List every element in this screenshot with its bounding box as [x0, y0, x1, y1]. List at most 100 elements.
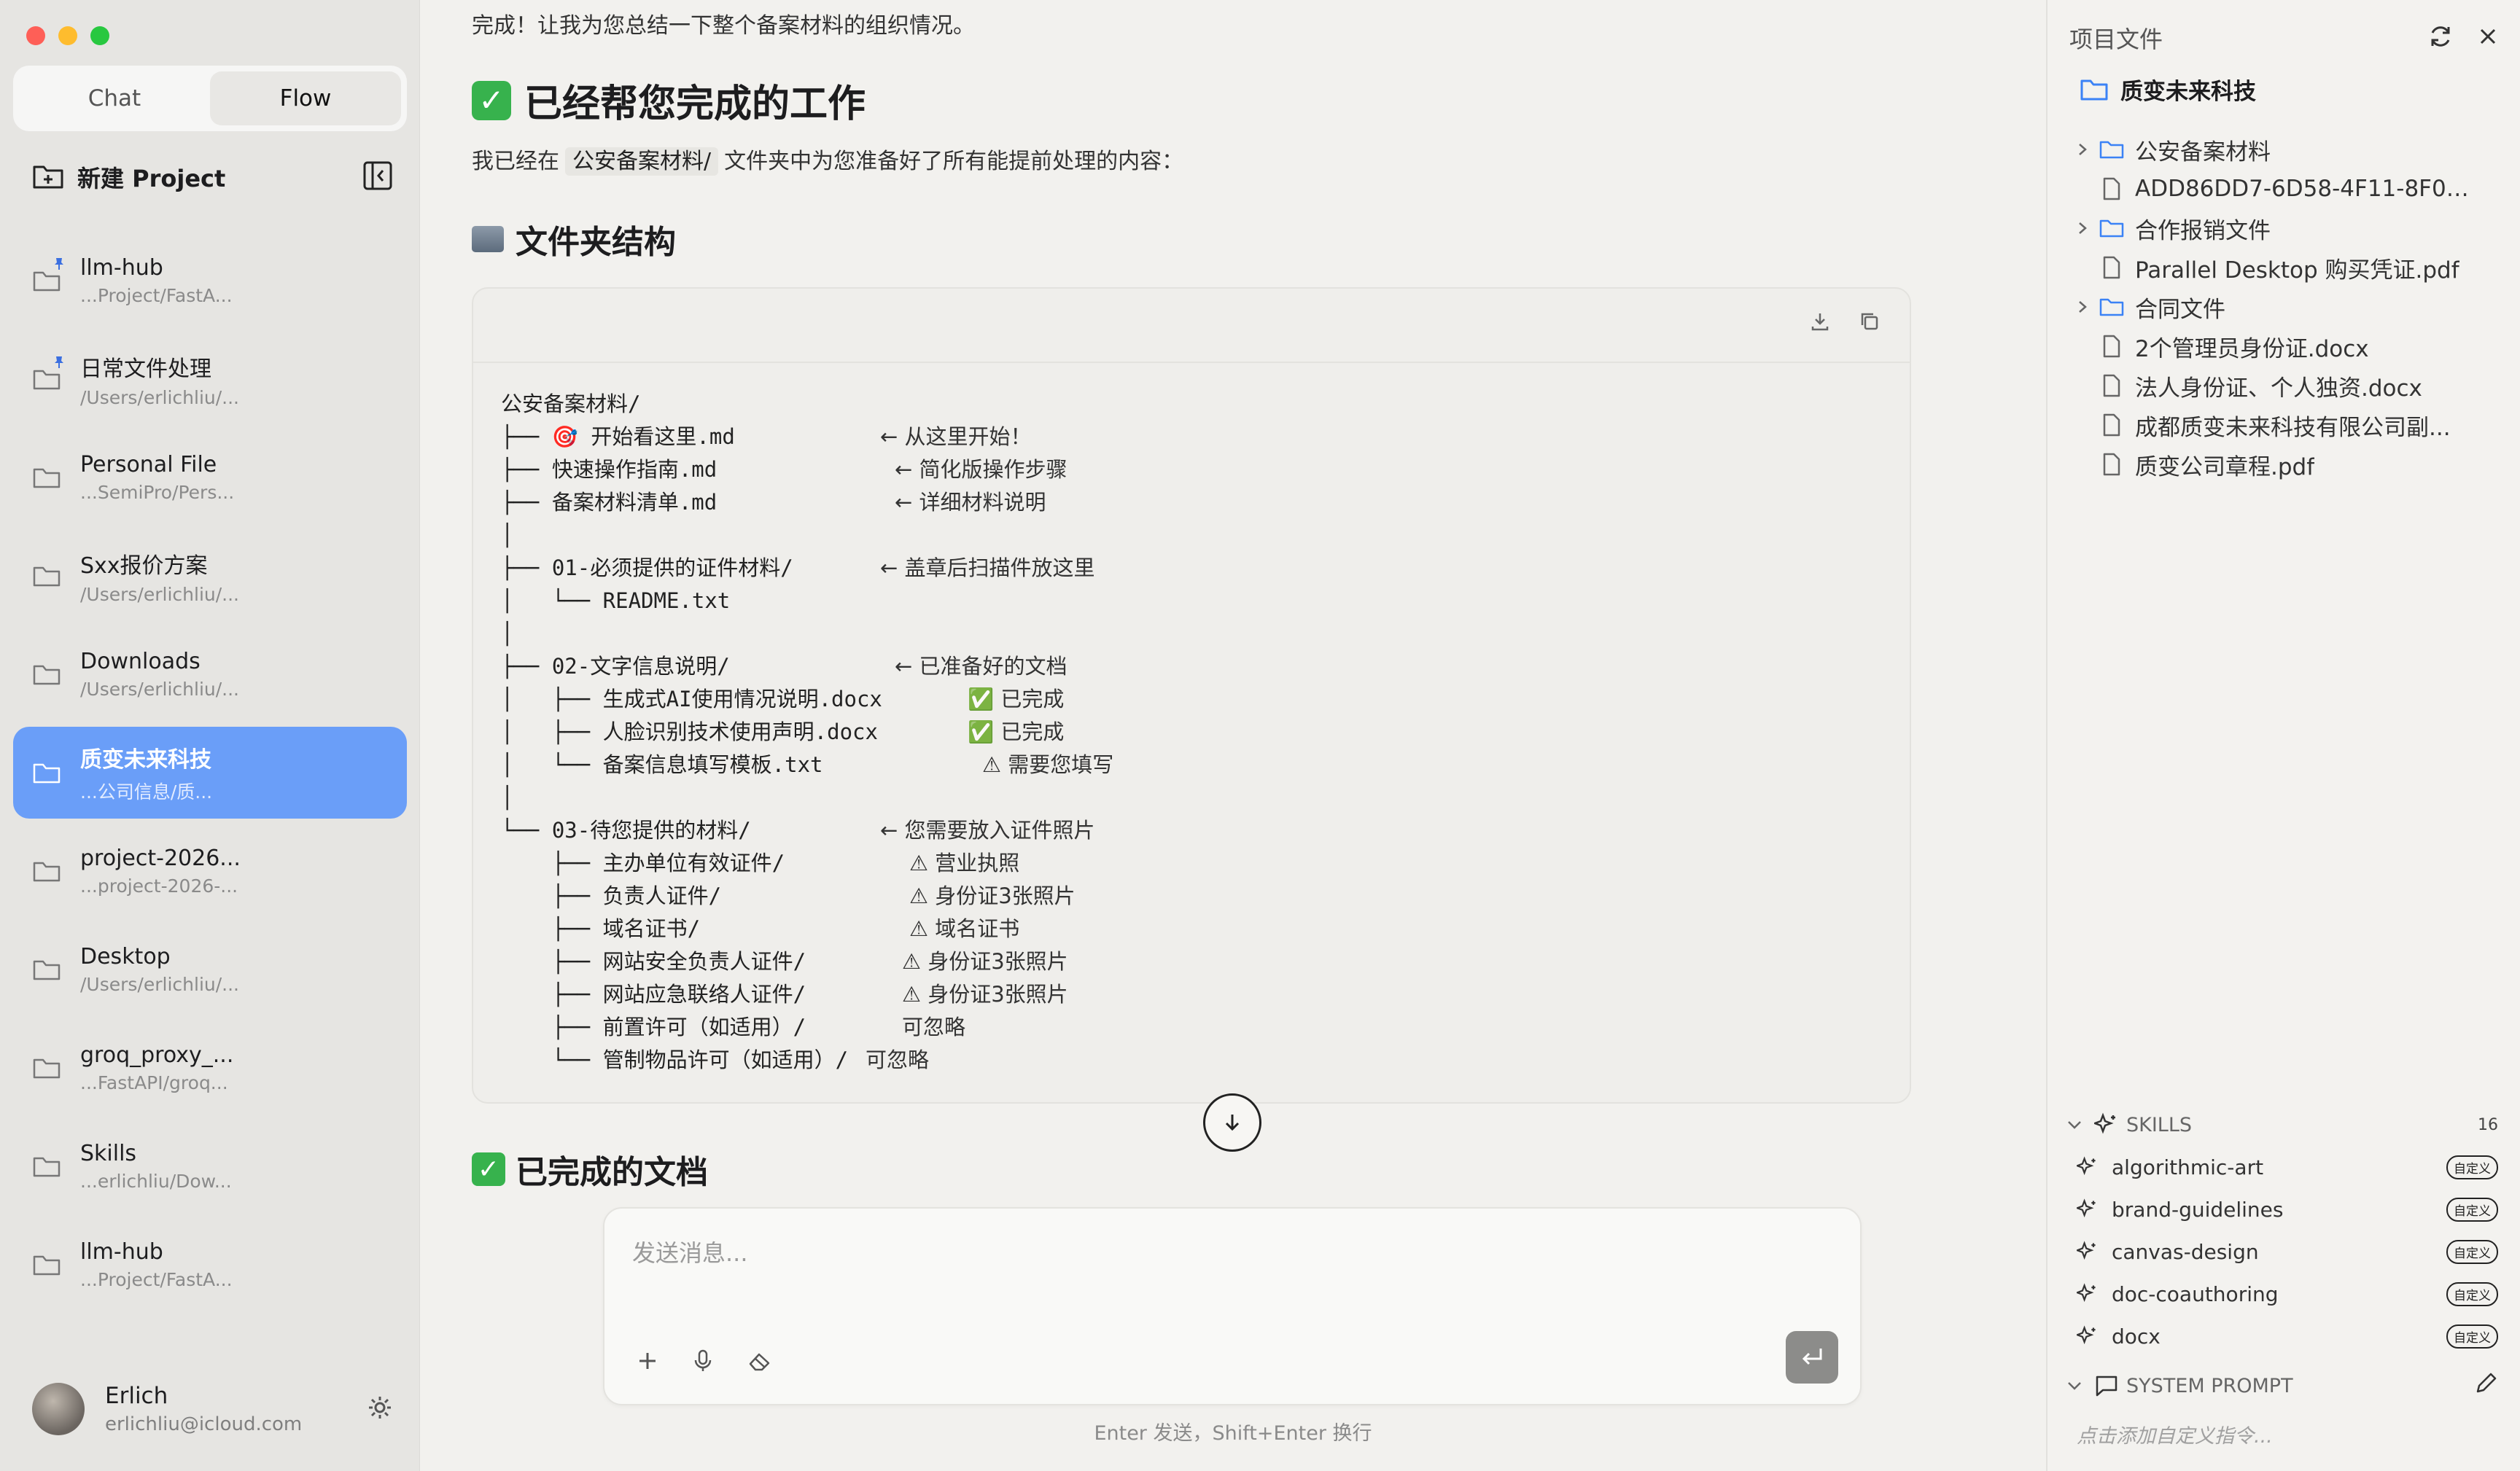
minimize-window-button[interactable] [58, 26, 77, 45]
project-name: 日常文件处理 [80, 356, 211, 382]
project-item[interactable]: Personal File ...SemiPro/Pers... [13, 432, 407, 523]
new-folder-icon[interactable] [32, 161, 64, 193]
folder-icon [33, 468, 61, 488]
new-project-button[interactable]: 新建 Project [77, 160, 362, 194]
skill-item[interactable]: docx 自定义 [2077, 1318, 2498, 1354]
skills-header[interactable]: SKILLS 16 [2065, 1108, 2498, 1142]
file-row[interactable]: 2个管理员身份证.docx [2069, 327, 2507, 366]
close-icon[interactable] [2478, 26, 2498, 50]
root-folder[interactable]: 质变未来科技 [2080, 73, 2256, 106]
system-prompt-header[interactable]: SYSTEM PROMPT [2065, 1367, 2498, 1404]
folder-open-icon [2080, 79, 2108, 100]
eraser-icon[interactable] [747, 1350, 772, 1375]
project-item[interactable]: llm-hub ...Project/FastA... [13, 1219, 407, 1311]
copy-icon[interactable] [1859, 311, 1881, 335]
avatar[interactable] [32, 1383, 85, 1435]
chevron-right-icon[interactable] [2069, 298, 2096, 316]
project-name: 质变未来科技 [80, 747, 211, 773]
project-item[interactable]: Sxx报价方案/Users/erlichliu/... [13, 530, 407, 622]
skills-count: 16 [2478, 1115, 2498, 1134]
file-icon [2096, 452, 2128, 477]
skill-item[interactable]: doc-coauthoring 自定义 [2077, 1276, 2498, 1312]
tree-comment: ⚠ 身份证3张照片 [902, 982, 1068, 1007]
tree-path: └── 03-待您提供的材料/ [501, 818, 751, 843]
microphone-icon[interactable] [692, 1349, 714, 1376]
tree-line: ├── 02-文字信息说明/ ← 已准备好的文档 [501, 650, 1068, 683]
project-item[interactable]: Desktop/Users/erlichliu/... [13, 924, 407, 1015]
custom-badge: 自定义 [2446, 1239, 2498, 1264]
completed-docs-heading-text: 已完成的文档 [516, 1154, 708, 1191]
skill-item[interactable]: canvas-design 自定义 [2077, 1233, 2498, 1270]
project-name: llm-hub [80, 1239, 163, 1265]
gear-icon[interactable] [367, 1394, 393, 1424]
file-icon [2096, 373, 2128, 398]
tree-comment: ← 您需要放入证件照片 [880, 818, 1095, 843]
project-name: Personal File [80, 452, 217, 477]
project-item[interactable]: 日常文件处理/Users/erlichliu/... [13, 333, 407, 425]
tree-line: ├── 网站应急联络人证件/ ⚠ 身份证3张照片 [501, 978, 1068, 1011]
collapse-sidebar-icon[interactable] [362, 160, 393, 194]
folder-icon [33, 960, 61, 980]
user-profile: Erlich erlichliu@icloud.com [32, 1376, 393, 1442]
file-row[interactable]: 法人身份证、个人独资.docx [2069, 366, 2507, 405]
file-icon [2096, 255, 2128, 280]
completed-docs-heading: ✓ 已完成的文档 [472, 1146, 708, 1193]
send-button[interactable] [1786, 1331, 1838, 1384]
project-name: Sxx报价方案 [80, 553, 208, 579]
project-item[interactable]: groq_proxy_... ...FastAPI/groq... [13, 1022, 407, 1114]
file-row[interactable]: Parallel Desktop 购买凭证.pdf [2069, 248, 2507, 287]
project-item[interactable]: 质变未来科技 ...公司信息/质... [13, 727, 407, 819]
folder-row[interactable]: 公安备案材料 [2069, 130, 2507, 169]
project-item[interactable]: Skills ...erlichliu/Dow... [13, 1120, 407, 1212]
zoom-window-button[interactable] [90, 26, 109, 45]
sparkle-icon [2077, 1156, 2096, 1176]
project-item[interactable]: 蓝之医学文 [13, 1317, 407, 1343]
tab-chat[interactable]: Chat [19, 71, 210, 125]
skill-name: canvas-design [2112, 1239, 2259, 1264]
pencil-icon[interactable] [2473, 1371, 2498, 1401]
tree-path: │ └── README.txt [501, 588, 731, 613]
skill-name: docx [2112, 1324, 2161, 1349]
new-project-row: 新建 Project [32, 159, 393, 195]
plus-icon[interactable] [637, 1350, 658, 1375]
tree-comment: ← 简化版操作步骤 [895, 457, 1068, 482]
close-window-button[interactable] [26, 26, 45, 45]
chevron-right-icon[interactable] [2069, 219, 2096, 237]
project-item[interactable]: Downloads/Users/erlichliu/... [13, 628, 407, 720]
tree-path: │ [501, 621, 514, 646]
file-row[interactable]: 质变公司章程.pdf [2069, 445, 2507, 484]
tree-comment: ⚠ 身份证3张照片 [902, 949, 1068, 974]
tree-path: ├── 网站应急联络人证件/ [501, 982, 806, 1007]
file-name: ADD86DD7-6D58-4F11-8F05... [2135, 176, 2478, 202]
download-icon[interactable] [1809, 311, 1831, 335]
folder-icon [33, 665, 61, 685]
project-files-panel: 项目文件 质变未来科技 公安备案材料 ADD86DD7-6D58-4F11-8F0… [2046, 0, 2520, 1471]
tree-path: └── 管制物品许可（如适用）/ [501, 1047, 849, 1072]
refresh-icon[interactable] [2428, 24, 2453, 52]
system-prompt-input[interactable]: 点击添加自定义指令... [2077, 1420, 2273, 1448]
project-path: ...SemiPro/Pers... [80, 482, 235, 503]
window-controls [26, 26, 109, 45]
tree-line: │ └── README.txt [501, 585, 882, 617]
tab-flow[interactable]: Flow [210, 71, 401, 125]
message-composer[interactable]: 发送消息... [603, 1207, 1862, 1405]
tree-path: │ [501, 785, 514, 810]
skill-item[interactable]: brand-guidelines 自定义 [2077, 1191, 2498, 1228]
message-input[interactable]: 发送消息... [632, 1235, 748, 1268]
tree-path: ├── 备案材料清单.md [501, 490, 718, 515]
folder-row[interactable]: 合作报销文件 [2069, 208, 2507, 248]
mode-switch: Chat Flow [13, 66, 407, 131]
file-row[interactable]: ADD86DD7-6D58-4F11-8F05... [2069, 169, 2507, 208]
file-icon [2096, 176, 2128, 201]
project-item[interactable]: llm-hub ...Project/FastA... [13, 235, 407, 327]
skill-item[interactable]: algorithmic-art 自定义 [2077, 1149, 2498, 1185]
folder-tree: 公安备案材料/ ├── 🎯 开始看这里.md ← 从这里开始！ ├── 快速操作指南.… [501, 388, 1113, 1077]
project-item[interactable]: project-2026... ...project-2026-... [13, 825, 407, 917]
tree-path: │ └── 备案信息填写模板.txt [501, 752, 823, 777]
scroll-down-button[interactable] [1203, 1093, 1261, 1152]
structure-heading-text: 文件夹结构 [516, 224, 676, 261]
file-row[interactable]: 成都质变未来科技有限公司副... [2069, 405, 2507, 445]
folder-row[interactable]: 合同文件 [2069, 287, 2507, 327]
sparkle-icon [2077, 1198, 2096, 1218]
chevron-right-icon[interactable] [2069, 141, 2096, 158]
